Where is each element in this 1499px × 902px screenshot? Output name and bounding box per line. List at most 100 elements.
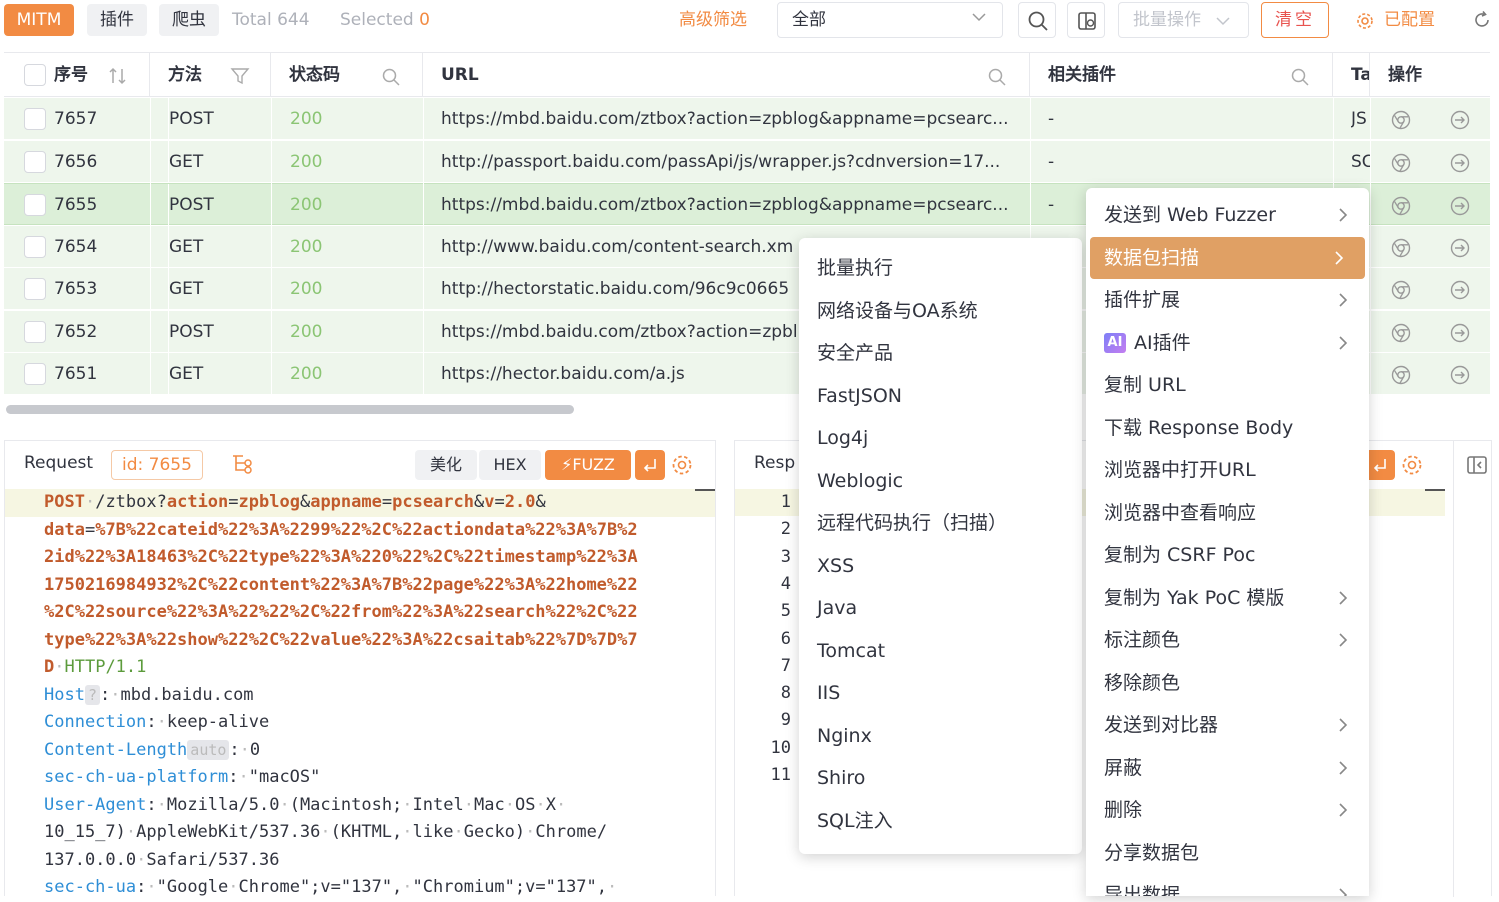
context-menu-item[interactable]: 复制为 Yak PoC 模版 <box>1086 577 1369 619</box>
scroll-indicator <box>1425 489 1445 491</box>
cell-url: https://mbd.baidu.com/ztbox?action=zpblo… <box>441 195 1009 215</box>
context-menu-item[interactable]: 发送到对比器 <box>1086 704 1369 746</box>
context-menu-item[interactable]: 标注颜色 <box>1086 619 1369 661</box>
context-menu-item[interactable]: 移除颜色 <box>1086 662 1369 704</box>
arrow-right-circle-icon[interactable] <box>1449 364 1471 386</box>
header-status[interactable]: 状态码 <box>271 53 423 97</box>
column-divider <box>271 98 272 395</box>
cell-method: GET <box>168 268 268 310</box>
context-menu-item[interactable]: 浏览器中打开URL <box>1086 449 1369 491</box>
context-menu-item[interactable]: 浏览器中查看响应 <box>1086 492 1369 534</box>
row-checkbox[interactable] <box>24 320 46 343</box>
column-toggle-button[interactable] <box>1067 2 1105 38</box>
fuzz-button[interactable]: ⚡FUZZ <box>545 450 631 480</box>
cell-url: http://passport.baidu.com/passApi/js/wra… <box>441 151 1001 172</box>
chevron-down-icon <box>1216 17 1230 26</box>
arrow-right-circle-icon[interactable] <box>1449 109 1471 131</box>
response-send-button[interactable] <box>1365 450 1395 480</box>
arrow-right-circle-icon[interactable] <box>1449 152 1471 174</box>
submenu-item[interactable]: 远程代码执行（扫描） <box>799 502 1082 544</box>
row-checkbox[interactable] <box>24 194 46 216</box>
submenu-item[interactable]: Java <box>799 587 1082 629</box>
table-row[interactable]: 7657 POST 200 https://mbd.baidu.com/ztbo… <box>4 98 1490 140</box>
row-checkbox[interactable] <box>24 108 46 130</box>
submenu-item[interactable]: IIS <box>799 672 1082 714</box>
configured-button[interactable]: 已配置 <box>1354 4 1435 36</box>
header-index[interactable]: 序号 <box>4 53 150 97</box>
filter-select[interactable]: 全部 <box>777 2 1003 38</box>
beautify-button[interactable]: 美化 <box>415 450 477 480</box>
header-url[interactable]: URL <box>423 53 1030 97</box>
row-checkbox[interactable] <box>24 235 46 258</box>
cell-method: POST <box>168 310 268 353</box>
context-menu-item[interactable]: 下载 Response Body <box>1086 407 1369 449</box>
row-checkbox[interactable] <box>24 363 46 385</box>
gear-icon <box>1357 13 1373 29</box>
submenu-item[interactable]: Weblogic <box>799 460 1082 502</box>
context-menu-item[interactable]: 复制为 CSRF Poc <box>1086 534 1369 576</box>
submenu-item[interactable]: SQL注入 <box>799 800 1082 842</box>
cell-status: 200 <box>290 151 323 172</box>
arrow-right-circle-icon[interactable] <box>1449 279 1471 301</box>
browser-icon[interactable] <box>1390 322 1412 344</box>
submenu-item[interactable]: FastJSON <box>799 375 1082 417</box>
arrow-right-circle-icon[interactable] <box>1449 195 1471 217</box>
submenu-item[interactable]: 批量执行 <box>799 247 1082 289</box>
header-plugins[interactable]: 相关插件 <box>1030 53 1333 97</box>
search-icon <box>1028 11 1048 31</box>
context-menu-item[interactable]: 插件扩展 <box>1086 279 1369 321</box>
gear-icon[interactable] <box>671 454 693 476</box>
context-menu-label: 浏览器中打开URL <box>1104 459 1256 481</box>
send-button[interactable] <box>635 450 665 480</box>
context-menu-item[interactable]: 分享数据包 <box>1086 832 1369 874</box>
context-menu-item[interactable]: 复制 URL <box>1086 364 1369 406</box>
submenu-item[interactable]: Tomcat <box>799 630 1082 672</box>
tab-plugin[interactable]: 插件 <box>87 4 147 36</box>
hex-button[interactable]: HEX <box>479 450 541 480</box>
context-menu-item[interactable]: 删除 <box>1086 789 1369 831</box>
pane-divider <box>1453 441 1454 897</box>
tab-crawler[interactable]: 爬虫 <box>159 4 219 36</box>
tab-mitm[interactable]: MITM <box>4 4 74 36</box>
collapse-sidebar-icon[interactable] <box>1466 455 1488 475</box>
browser-icon[interactable] <box>1390 109 1412 131</box>
browser-icon[interactable] <box>1390 152 1412 174</box>
gear-icon[interactable] <box>1401 454 1423 476</box>
submenu-item[interactable]: Log4j <box>799 417 1082 459</box>
browser-icon[interactable] <box>1390 195 1412 217</box>
context-menu-item[interactable]: AI AI插件 <box>1086 322 1369 364</box>
request-id-badge: id: 7655 <box>111 450 203 480</box>
arrow-right-circle-icon[interactable] <box>1449 237 1471 259</box>
lightning-icon: ⚡ <box>561 455 573 474</box>
chevron-right-icon <box>1339 888 1348 896</box>
header-method[interactable]: 方法 <box>150 53 271 97</box>
browser-icon[interactable] <box>1390 279 1412 301</box>
request-editor[interactable]: POST·/ztbox?action=zpblog&appname=pcsear… <box>5 489 715 902</box>
advanced-filter-link[interactable]: 高级筛选 <box>679 4 747 36</box>
context-menu-item[interactable]: 导出数据 <box>1086 874 1369 896</box>
context-menu-item[interactable]: 数据包扫描 <box>1090 236 1365 279</box>
submenu-item[interactable]: 安全产品 <box>799 332 1082 374</box>
row-checkbox[interactable] <box>24 278 46 300</box>
batch-ops-dropdown[interactable]: 批量操作 <box>1118 2 1249 38</box>
context-menu-item[interactable]: 屏蔽 <box>1086 747 1369 789</box>
clear-button[interactable]: 清空 <box>1261 2 1329 38</box>
search-button[interactable] <box>1018 2 1056 38</box>
context-menu-item[interactable]: 发送到 Web Fuzzer <box>1086 194 1369 236</box>
table-row[interactable]: 7656 GET 200 http://passport.baidu.com/p… <box>4 140 1490 183</box>
search-icon <box>382 68 400 86</box>
submenu-item[interactable]: XSS <box>799 545 1082 587</box>
refresh-icon[interactable] <box>1472 10 1492 30</box>
submenu-item[interactable]: Shiro <box>799 757 1082 799</box>
code-line: 137.0.0.0·Safari/537.36 <box>44 849 280 870</box>
browser-icon[interactable] <box>1390 364 1412 386</box>
horizontal-scrollbar[interactable] <box>6 405 574 414</box>
tree-icon[interactable] <box>231 453 255 475</box>
submenu-item[interactable]: Nginx <box>799 715 1082 757</box>
header-tags[interactable]: Ta <box>1333 53 1370 97</box>
submenu-item[interactable]: 网络设备与OA系统 <box>799 290 1082 332</box>
arrow-right-circle-icon[interactable] <box>1449 322 1471 344</box>
row-checkbox[interactable] <box>24 150 46 173</box>
cell-index: 7652 <box>54 321 98 342</box>
browser-icon[interactable] <box>1390 237 1412 259</box>
